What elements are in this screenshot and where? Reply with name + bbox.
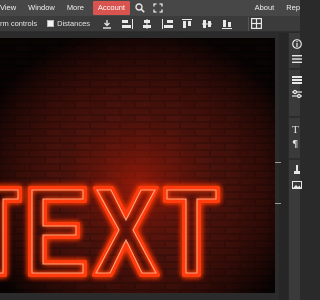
svg-text:¶: ¶	[292, 139, 298, 148]
svg-text:T: T	[292, 124, 299, 134]
align-bottom-icon[interactable]	[220, 17, 234, 31]
panel-separator	[289, 68, 301, 70]
download-icon[interactable]	[100, 17, 114, 31]
neon-text-artwork	[0, 38, 275, 293]
menu-view[interactable]: View	[0, 0, 22, 16]
text-tool-icon[interactable]: T	[291, 123, 303, 135]
align-top-icon[interactable]	[180, 17, 194, 31]
paragraph-icon[interactable]: ¶	[291, 137, 303, 149]
document-canvas[interactable]	[0, 38, 275, 293]
menu-account[interactable]: Account	[92, 1, 131, 15]
image-icon[interactable]	[291, 179, 303, 191]
brush-icon[interactable]	[291, 164, 303, 176]
grid-icon[interactable]	[248, 16, 263, 31]
adjust-icon[interactable]	[291, 88, 303, 100]
align-horizontal-icon[interactable]	[120, 17, 134, 31]
options-bar: rm controls Distances	[0, 16, 300, 32]
menu-window[interactable]: Window	[22, 0, 61, 16]
menu-bar: View Window More Account About Rep	[0, 0, 300, 16]
workspace: T ¶	[0, 33, 303, 300]
layers-icon[interactable]	[291, 74, 303, 86]
transform-controls-label: rm controls	[0, 19, 38, 28]
menu-report[interactable]: Rep	[280, 0, 300, 16]
info-icon[interactable]	[291, 38, 303, 50]
panel-separator	[289, 116, 301, 118]
menu-about[interactable]: About	[249, 0, 281, 16]
menu-more[interactable]: More	[61, 0, 90, 16]
align-right-icon[interactable]	[160, 17, 174, 31]
distances-checkbox[interactable]	[47, 20, 55, 27]
fullscreen-icon[interactable]	[151, 0, 165, 16]
properties-icon[interactable]	[291, 53, 303, 65]
align-middle-icon[interactable]	[200, 17, 214, 31]
right-panel: T ¶	[288, 33, 303, 300]
align-center-icon[interactable]	[140, 17, 154, 31]
distances-label: Distances	[57, 19, 91, 28]
selection-bounds	[275, 162, 281, 204]
canvas-area	[0, 33, 281, 300]
panel-separator	[289, 158, 301, 160]
search-icon[interactable]	[133, 0, 147, 16]
